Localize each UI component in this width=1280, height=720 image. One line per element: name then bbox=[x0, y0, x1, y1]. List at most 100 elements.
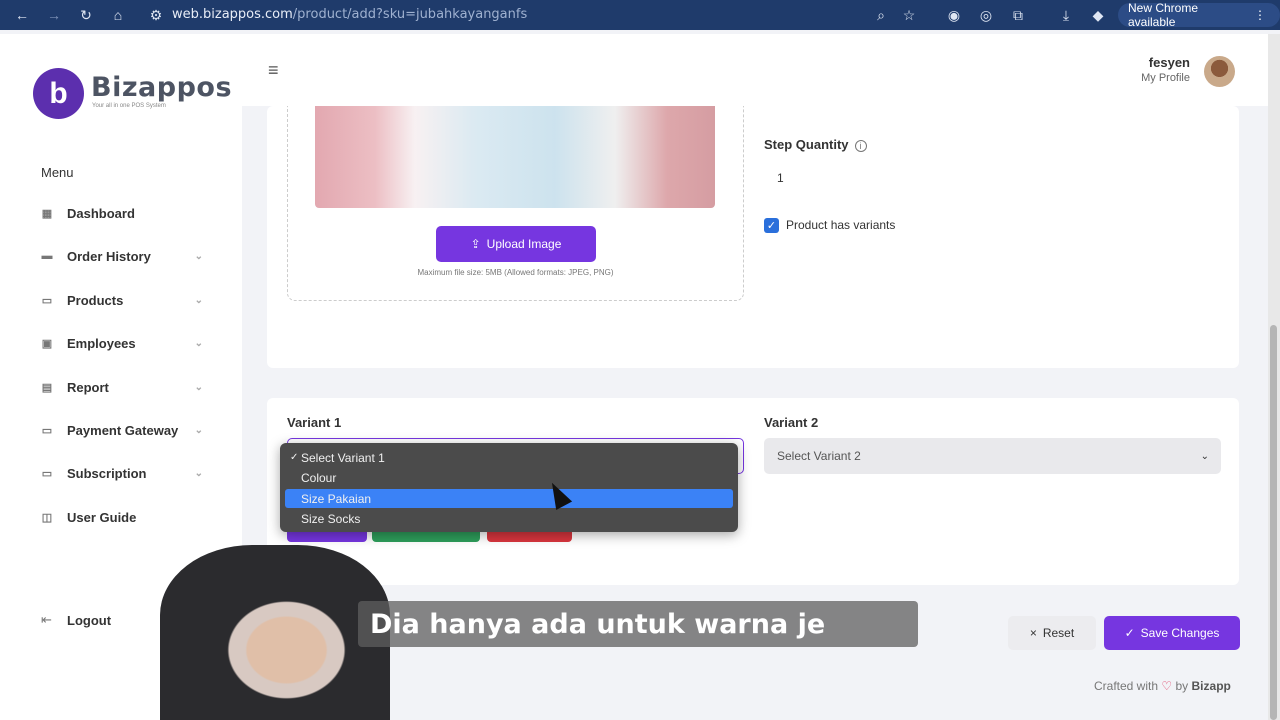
sidebar-item-label: Dashboard bbox=[67, 205, 135, 221]
hamburger-menu-icon[interactable]: ≡ bbox=[268, 61, 286, 79]
document-icon: ▤ bbox=[41, 381, 53, 394]
scrollbar-thumb[interactable] bbox=[1270, 325, 1277, 720]
option-label: Select Variant 1 bbox=[301, 450, 385, 465]
option-label: Size Socks bbox=[301, 511, 361, 526]
close-icon: × bbox=[1029, 626, 1037, 640]
variants-checkbox[interactable]: ✓ bbox=[764, 218, 779, 233]
upload-hint: Maximum file size: 5MB (Allowed formats:… bbox=[417, 268, 614, 277]
my-profile-link[interactable]: My Profile bbox=[1130, 72, 1190, 84]
reset-label: Reset bbox=[1042, 626, 1075, 640]
chrome-update-label: New Chrome available bbox=[1128, 1, 1199, 29]
option-label: Colour bbox=[301, 470, 337, 485]
badge-icon: ▣ bbox=[41, 337, 53, 350]
avatar[interactable] bbox=[1204, 56, 1235, 87]
info-icon[interactable]: i bbox=[854, 140, 867, 152]
chrome-update-button[interactable]: New Chrome available ⋮ bbox=[1118, 1, 1280, 29]
chevron-down-icon: ⌄ bbox=[194, 250, 203, 262]
variant1-option[interactable]: ✓ Select Variant 1 bbox=[285, 448, 733, 467]
sidebar-item-dashboard[interactable]: ▦ Dashboard bbox=[41, 202, 211, 224]
step-quantity-label: Step Quantity i bbox=[764, 137, 867, 152]
variants-checkbox-label: Product has variants bbox=[786, 218, 896, 232]
download-icon[interactable]: ⤓ bbox=[1056, 5, 1076, 25]
variant1-option[interactable]: Size Socks bbox=[285, 509, 733, 528]
grid-icon: ▦ bbox=[41, 207, 53, 220]
basket-icon: ▭ bbox=[41, 294, 53, 307]
hidden-add-button[interactable] bbox=[287, 532, 367, 542]
variant1-option-highlighted[interactable]: Size Pakaian bbox=[285, 489, 733, 508]
chevron-down-icon: ⌄ bbox=[194, 294, 203, 306]
sidebar-item-employees[interactable]: ▣ Employees ⌄ bbox=[41, 332, 211, 354]
variant1-option[interactable]: Colour bbox=[285, 468, 733, 487]
sidebar-item-label: Report bbox=[67, 379, 109, 395]
sidebar-item-label: User Guide bbox=[67, 509, 137, 525]
chevron-down-icon: ⌄ bbox=[194, 424, 203, 436]
reset-button[interactable]: × Reset bbox=[1008, 616, 1096, 650]
save-changes-button[interactable]: ✓ Save Changes bbox=[1104, 616, 1240, 650]
username: fesyen bbox=[1148, 55, 1190, 70]
url-path: /product/add?sku=jubahkayanganfs bbox=[292, 7, 528, 22]
logout-icon: ⇤ bbox=[41, 612, 52, 627]
sidebar-item-order-history[interactable]: ▬ Order History ⌄ bbox=[41, 245, 211, 267]
sidebar-item-payment-gateway[interactable]: ▭ Payment Gateway ⌄ bbox=[41, 419, 211, 441]
reload-icon[interactable]: ↻ bbox=[76, 5, 96, 25]
webcam-overlay bbox=[160, 545, 390, 720]
brand-name: Bizappos bbox=[91, 72, 233, 103]
cart-icon: ▬ bbox=[41, 250, 53, 262]
crafted-by: by bbox=[1175, 679, 1189, 693]
forward-icon[interactable]: → bbox=[44, 5, 64, 25]
variant1-dropdown: ✓ Select Variant 1 Colour Size Pakaian Si… bbox=[280, 443, 738, 532]
sidebar-item-label: Subscription bbox=[67, 465, 147, 481]
kebab-menu-icon: ⋮ bbox=[1254, 8, 1266, 22]
bookmark-star-icon[interactable]: ☆ bbox=[899, 5, 919, 25]
brand-tagline: Your all in one POS System bbox=[92, 103, 166, 109]
extension-icon[interactable]: ◉ bbox=[944, 5, 964, 25]
logout-button[interactable]: ⇤ Logout bbox=[41, 612, 111, 628]
sidebar-item-label: Order History bbox=[67, 248, 151, 264]
video-subtitle: Dia hanya ada untuk warna je bbox=[358, 601, 918, 647]
sidebar-item-label: Payment Gateway bbox=[67, 422, 179, 438]
chevron-down-icon: ⌄ bbox=[1200, 450, 1209, 462]
bizappos-logo-icon: b bbox=[33, 68, 84, 119]
logout-label: Logout bbox=[67, 612, 112, 628]
upload-image-label: Upload Image bbox=[486, 237, 562, 251]
browser-toolbar: ← → ↻ ⌂ ⚙ web.bizappos.com/product/add?s… bbox=[0, 0, 1280, 30]
profile-extension-icon[interactable]: ◆ bbox=[1088, 5, 1108, 25]
book-icon: ◫ bbox=[41, 511, 53, 524]
hidden-green-button[interactable] bbox=[372, 532, 480, 542]
home-icon[interactable]: ⌂ bbox=[108, 5, 128, 25]
upload-icon: ⇪ bbox=[470, 237, 481, 251]
sidebar-item-label: Products bbox=[67, 292, 124, 308]
zoom-icon[interactable]: ⌕ bbox=[871, 5, 891, 25]
address-bar[interactable]: web.bizappos.com/product/add?sku=jubahka… bbox=[172, 7, 527, 22]
back-icon[interactable]: ← bbox=[12, 5, 32, 25]
save-label: Save Changes bbox=[1140, 626, 1220, 640]
sidebar-item-report[interactable]: ▤ Report ⌄ bbox=[41, 376, 211, 398]
footer-credit: Crafted with ♡ by Bizapp bbox=[1094, 679, 1231, 693]
receipt-icon: ▭ bbox=[41, 467, 53, 480]
sidebar-item-user-guide[interactable]: ◫ User Guide bbox=[41, 506, 211, 528]
top-header bbox=[242, 34, 1268, 106]
heart-icon: ♡ bbox=[1161, 679, 1173, 693]
menu-heading: Menu bbox=[41, 165, 74, 180]
product-image-preview bbox=[315, 106, 715, 208]
sidebar-item-products[interactable]: ▭ Products ⌄ bbox=[41, 289, 211, 311]
step-quantity-text: Step Quantity bbox=[764, 137, 849, 152]
sidebar-item-label: Employees bbox=[67, 335, 136, 351]
sidebar-item-subscription[interactable]: ▭ Subscription ⌄ bbox=[41, 462, 211, 484]
url-host: web.bizappos.com bbox=[172, 7, 293, 22]
step-quantity-input[interactable]: 1 bbox=[777, 171, 784, 185]
variant2-label: Variant 2 bbox=[764, 415, 819, 430]
upload-image-button[interactable]: ⇪ Upload Image bbox=[436, 226, 596, 262]
hidden-red-button[interactable] bbox=[487, 532, 572, 542]
variant2-select[interactable]: Select Variant 2 ⌄ bbox=[764, 438, 1221, 474]
chevron-down-icon: ⌄ bbox=[194, 337, 203, 349]
camera-extension-icon[interactable]: ◎ bbox=[976, 5, 996, 25]
crafted-prefix: Crafted with bbox=[1094, 679, 1159, 693]
checkmark-icon: ✓ bbox=[290, 452, 299, 463]
site-settings-icon[interactable]: ⚙ bbox=[146, 5, 166, 25]
chevron-down-icon: ⌄ bbox=[194, 381, 203, 393]
crafted-brand: Bizapp bbox=[1191, 679, 1231, 693]
variant1-label: Variant 1 bbox=[287, 415, 342, 430]
chevron-down-icon: ⌄ bbox=[194, 467, 203, 479]
puzzle-icon[interactable]: ⧉ bbox=[1008, 5, 1028, 25]
